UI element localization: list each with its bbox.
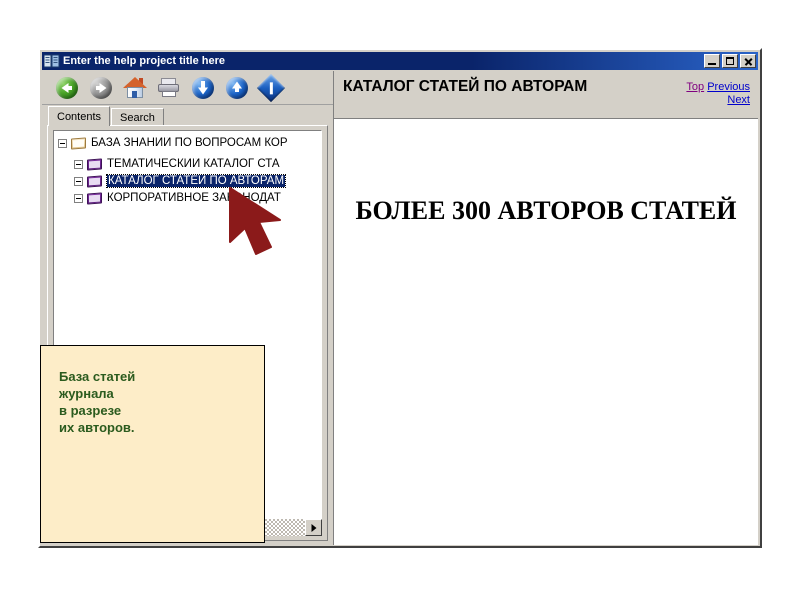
expander-minus-icon[interactable] (74, 193, 83, 203)
topic-body: БОЛЕЕ 300 АВТОРОВ СТАТЕЙ (334, 119, 758, 544)
next-link[interactable]: Next (727, 94, 750, 106)
annotation-note: База статей журнала в разрезе их авторов… (40, 345, 265, 543)
topic-title: КАТАЛОГ СТАТЕЙ ПО АВТОРАМ (343, 78, 588, 95)
previous-link[interactable]: Previous (707, 81, 750, 93)
options-button[interactable] (254, 73, 288, 103)
window-controls (704, 54, 756, 68)
tree-node[interactable]: БАЗА ЗНАНИЙ ПО ВОПРОСАМ КОР (54, 135, 321, 151)
topic-heading: БОЛЕЕ 300 АВТОРОВ СТАТЕЙ (355, 196, 737, 225)
annotation-note-text: База статей журнала в разрезе их авторов… (59, 369, 136, 435)
book-icon (87, 174, 103, 188)
book-icon (87, 157, 103, 171)
maximize-button[interactable] (722, 54, 738, 68)
tree-node-label: БАЗА ЗНАНИЙ ПО ВОПРОСАМ КОР (91, 137, 288, 149)
expander-minus-icon[interactable] (74, 159, 83, 169)
tree-node-label: КОРПОРАТИВНОЕ ЗАКОНОДАТ (107, 192, 281, 204)
nav-tabs: Contents Search (48, 106, 165, 126)
tree-node-label: КАТАЛОГ СТАТЕЙ ПО АВТОРАМ (105, 174, 287, 188)
forward-button[interactable] (84, 73, 118, 103)
open-book-icon (71, 136, 87, 150)
down-arrow-icon (192, 76, 214, 99)
close-button[interactable] (740, 54, 756, 68)
help-book-icon (43, 54, 60, 68)
title-bar: Enter the help project title here (42, 52, 758, 70)
tree-node-label: ТЕМАТИЧЕСКИЙ КАТАЛОГ СТА (107, 158, 280, 170)
scrollbar-right-arrow-icon[interactable] (305, 519, 322, 536)
window-title: Enter the help project title here (63, 55, 225, 67)
tree-node[interactable]: ТЕМАТИЧЕСКИЙ КАТАЛОГ СТА (54, 156, 321, 172)
expander-minus-icon[interactable] (58, 138, 67, 148)
topic-header: КАТАЛОГ СТАТЕЙ ПО АВТОРАМ Top Previous N… (334, 71, 758, 119)
up-arrow-icon (226, 76, 248, 99)
tab-search[interactable]: Search (111, 108, 164, 126)
home-icon (123, 77, 147, 98)
tree-node-selected[interactable]: КАТАЛОГ СТАТЕЙ ПО АВТОРАМ (54, 173, 321, 189)
diamond-info-icon (256, 73, 286, 102)
top-link[interactable]: Top (686, 81, 704, 93)
forward-arrow-icon (90, 76, 112, 99)
expander-minus-icon[interactable] (74, 176, 83, 186)
home-button[interactable] (118, 73, 152, 103)
topic-pane: КАТАЛОГ СТАТЕЙ ПО АВТОРАМ Top Previous N… (333, 71, 758, 545)
minimize-button[interactable] (704, 54, 720, 68)
topic-navigation-links: Top Previous Next (686, 81, 750, 107)
back-button[interactable] (50, 73, 84, 103)
previous-topic-button[interactable] (220, 73, 254, 103)
printer-icon (157, 77, 181, 98)
tab-contents[interactable]: Contents (48, 106, 111, 126)
book-icon (87, 191, 103, 205)
back-arrow-icon (56, 76, 78, 99)
next-topic-button[interactable] (186, 73, 220, 103)
tree-node[interactable]: КОРПОРАТИВНОЕ ЗАКОНОДАТ (54, 190, 321, 206)
print-button[interactable] (152, 73, 186, 103)
